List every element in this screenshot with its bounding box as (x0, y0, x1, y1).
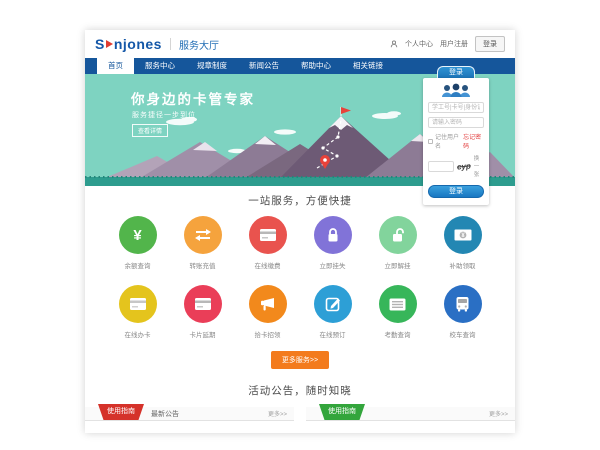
service-label: 立即解挂 (385, 260, 411, 270)
nav-item-service-center[interactable]: 服务中心 (134, 58, 186, 74)
guide-tab-group: 使用指南 最新公告 更多>> (85, 407, 294, 421)
nav-item-news[interactable]: 新闻公告 (238, 58, 290, 74)
service-item-attendance[interactable]: 考勤查询 (365, 285, 430, 339)
logo: S njones (95, 36, 162, 52)
login-panel: 登录 记住用户名 忘记密码 cyp 换一张 登录 (423, 66, 489, 205)
service-item-booking[interactable]: 在线预订 (300, 285, 365, 339)
service-label: 在线办卡 (125, 329, 151, 339)
service-item-transfer[interactable]: 转账充值 (170, 216, 235, 270)
site-name: 服务大厅 (179, 37, 219, 52)
tab-latest-news[interactable]: 最新公告 (151, 409, 179, 419)
megaphone-icon (249, 285, 287, 323)
page: S njones 服务大厅 个人中心 用户注册 登录 首页 服务中心 规章制度 … (85, 30, 515, 433)
logo-text-suffix: njones (114, 36, 162, 52)
service-item-school-bus[interactable]: 校车查询 (430, 285, 495, 339)
service-item-apply-card[interactable]: 在线办卡 (105, 285, 170, 339)
service-label: 在线预订 (320, 329, 346, 339)
card-icon (119, 285, 157, 323)
announcements-section: 活动公告，随时知晓 使用指南 最新公告 更多>> 使用指南 更多>> (85, 369, 515, 433)
service-label: 补助领取 (450, 260, 476, 270)
login-tab[interactable]: 登录 (437, 66, 475, 78)
service-label: 卡片延期 (190, 329, 216, 339)
edit-icon (314, 285, 352, 323)
captcha-refresh-link[interactable]: 换一张 (474, 154, 484, 178)
service-item-balance[interactable]: ¥ 余额查询 (105, 216, 170, 270)
nav-item-home[interactable]: 首页 (97, 58, 134, 74)
service-item-payment[interactable]: 在线缴费 (235, 216, 300, 270)
password-input[interactable] (428, 117, 484, 128)
announcements-title: 活动公告，随时知晓 (85, 383, 515, 398)
services-grid: ¥ 余额查询 转账充值 在线缴费 立即挂失 (85, 208, 515, 339)
service-label: 在线缴费 (255, 260, 281, 270)
logo-text-prefix: S (95, 36, 105, 52)
nav-item-links[interactable]: 相关链接 (342, 58, 394, 74)
tab-usage-guide-left[interactable]: 使用指南 (98, 404, 144, 420)
tab-usage-guide-right[interactable]: 使用指南 (319, 404, 365, 420)
header-divider (170, 38, 171, 50)
service-item-subsidy[interactable]: ¥ 补助领取 (430, 216, 495, 270)
announcement-tabs: 使用指南 最新公告 更多>> 使用指南 更多>> (85, 407, 515, 421)
more-link-right[interactable]: 更多>> (489, 409, 508, 418)
captcha-image: cyp (457, 161, 472, 171)
remember-checkbox[interactable] (428, 139, 433, 144)
captcha-row: cyp 换一张 (428, 154, 484, 178)
hero-headline: 你身边的卡管专家 (131, 88, 255, 108)
bus-icon (444, 285, 482, 323)
yuan-icon: ¥ (119, 216, 157, 254)
hero-subtitle: 服务捷径一步到位 (132, 110, 196, 120)
guide-tab-group-right: 使用指南 更多>> (306, 407, 515, 421)
lock-icon (314, 216, 352, 254)
account-input[interactable] (428, 102, 484, 113)
transfer-icon (184, 216, 222, 254)
login-panel-body: 记住用户名 忘记密码 cyp 换一张 登录 (423, 78, 489, 205)
nav-item-help-center[interactable]: 帮助中心 (290, 58, 342, 74)
user-center-link[interactable]: 个人中心 (405, 39, 433, 49)
service-label: 校车查询 (450, 329, 476, 339)
service-label: 考勤查询 (385, 329, 411, 339)
service-item-report-loss[interactable]: 立即挂失 (300, 216, 365, 270)
logo-arrow-icon (106, 40, 113, 48)
service-item-card-renewal[interactable]: 卡片延期 (170, 285, 235, 339)
forgot-password-link[interactable]: 忘记密码 (463, 132, 484, 150)
nav-item-rules[interactable]: 规章制度 (186, 58, 238, 74)
more-link-left[interactable]: 更多>> (268, 409, 287, 418)
more-services-button[interactable]: 更多服务>> (271, 351, 329, 369)
card-icon (184, 285, 222, 323)
header-right: 个人中心 用户注册 登录 (390, 36, 505, 52)
services-section: 一站服务，方便快捷 ¥ 余额查询 转账充值 在线缴费 (85, 186, 515, 369)
service-item-found-card[interactable]: 拾卡招领 (235, 285, 300, 339)
card-icon (249, 216, 287, 254)
header-login-button[interactable]: 登录 (475, 36, 505, 52)
remember-row: 记住用户名 忘记密码 (428, 132, 484, 150)
service-label: 余额查询 (125, 260, 151, 270)
banknote-icon: ¥ (444, 216, 482, 254)
unlock-icon (379, 216, 417, 254)
users-group-icon (439, 83, 473, 98)
user-icon (390, 40, 398, 48)
header: S njones 服务大厅 个人中心 用户注册 登录 (85, 30, 515, 58)
register-link[interactable]: 用户注册 (440, 39, 468, 49)
remember-label: 记住用户名 (435, 132, 461, 150)
login-submit-button[interactable]: 登录 (428, 185, 484, 198)
service-label: 立即挂失 (320, 260, 346, 270)
list-icon (379, 285, 417, 323)
service-label: 拾卡招领 (255, 329, 281, 339)
hero-cta-button[interactable]: 查看详情 (132, 124, 168, 137)
service-item-unlock[interactable]: 立即解挂 (365, 216, 430, 270)
captcha-input[interactable] (428, 161, 454, 172)
service-label: 转账充值 (190, 260, 216, 270)
